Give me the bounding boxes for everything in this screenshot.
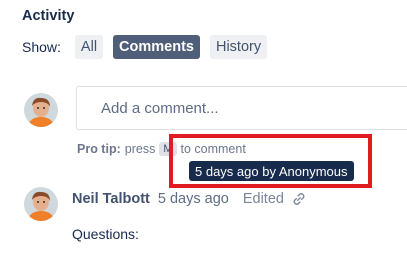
comment-author-avatar[interactable] <box>24 187 58 221</box>
link-icon[interactable] <box>292 192 306 206</box>
filter-history-button[interactable]: History <box>209 35 268 59</box>
show-label: Show: <box>22 39 61 55</box>
avatar-image <box>24 93 58 127</box>
edited-label: Edited <box>242 191 284 207</box>
comment-timestamp[interactable]: 5 days ago <box>158 191 229 207</box>
filter-all-button[interactable]: All <box>74 35 104 59</box>
highlight-box <box>169 134 372 188</box>
pro-tip-press: press <box>124 142 156 156</box>
comment-author[interactable]: Neil Talbott <box>72 191 150 207</box>
activity-heading: Activity <box>22 8 75 24</box>
avatar-image <box>24 187 58 221</box>
current-user-avatar <box>24 93 58 127</box>
pro-tip-prefix: Pro tip: <box>77 142 121 156</box>
add-comment-input[interactable]: Add a comment... <box>76 86 407 130</box>
comment-body: Questions: <box>72 226 139 242</box>
activity-filter-row: Show: All Comments History <box>22 35 277 59</box>
filter-comments-button[interactable]: Comments <box>113 35 200 59</box>
comment-meta: Neil Talbott 5 days ago Edited <box>72 191 306 207</box>
